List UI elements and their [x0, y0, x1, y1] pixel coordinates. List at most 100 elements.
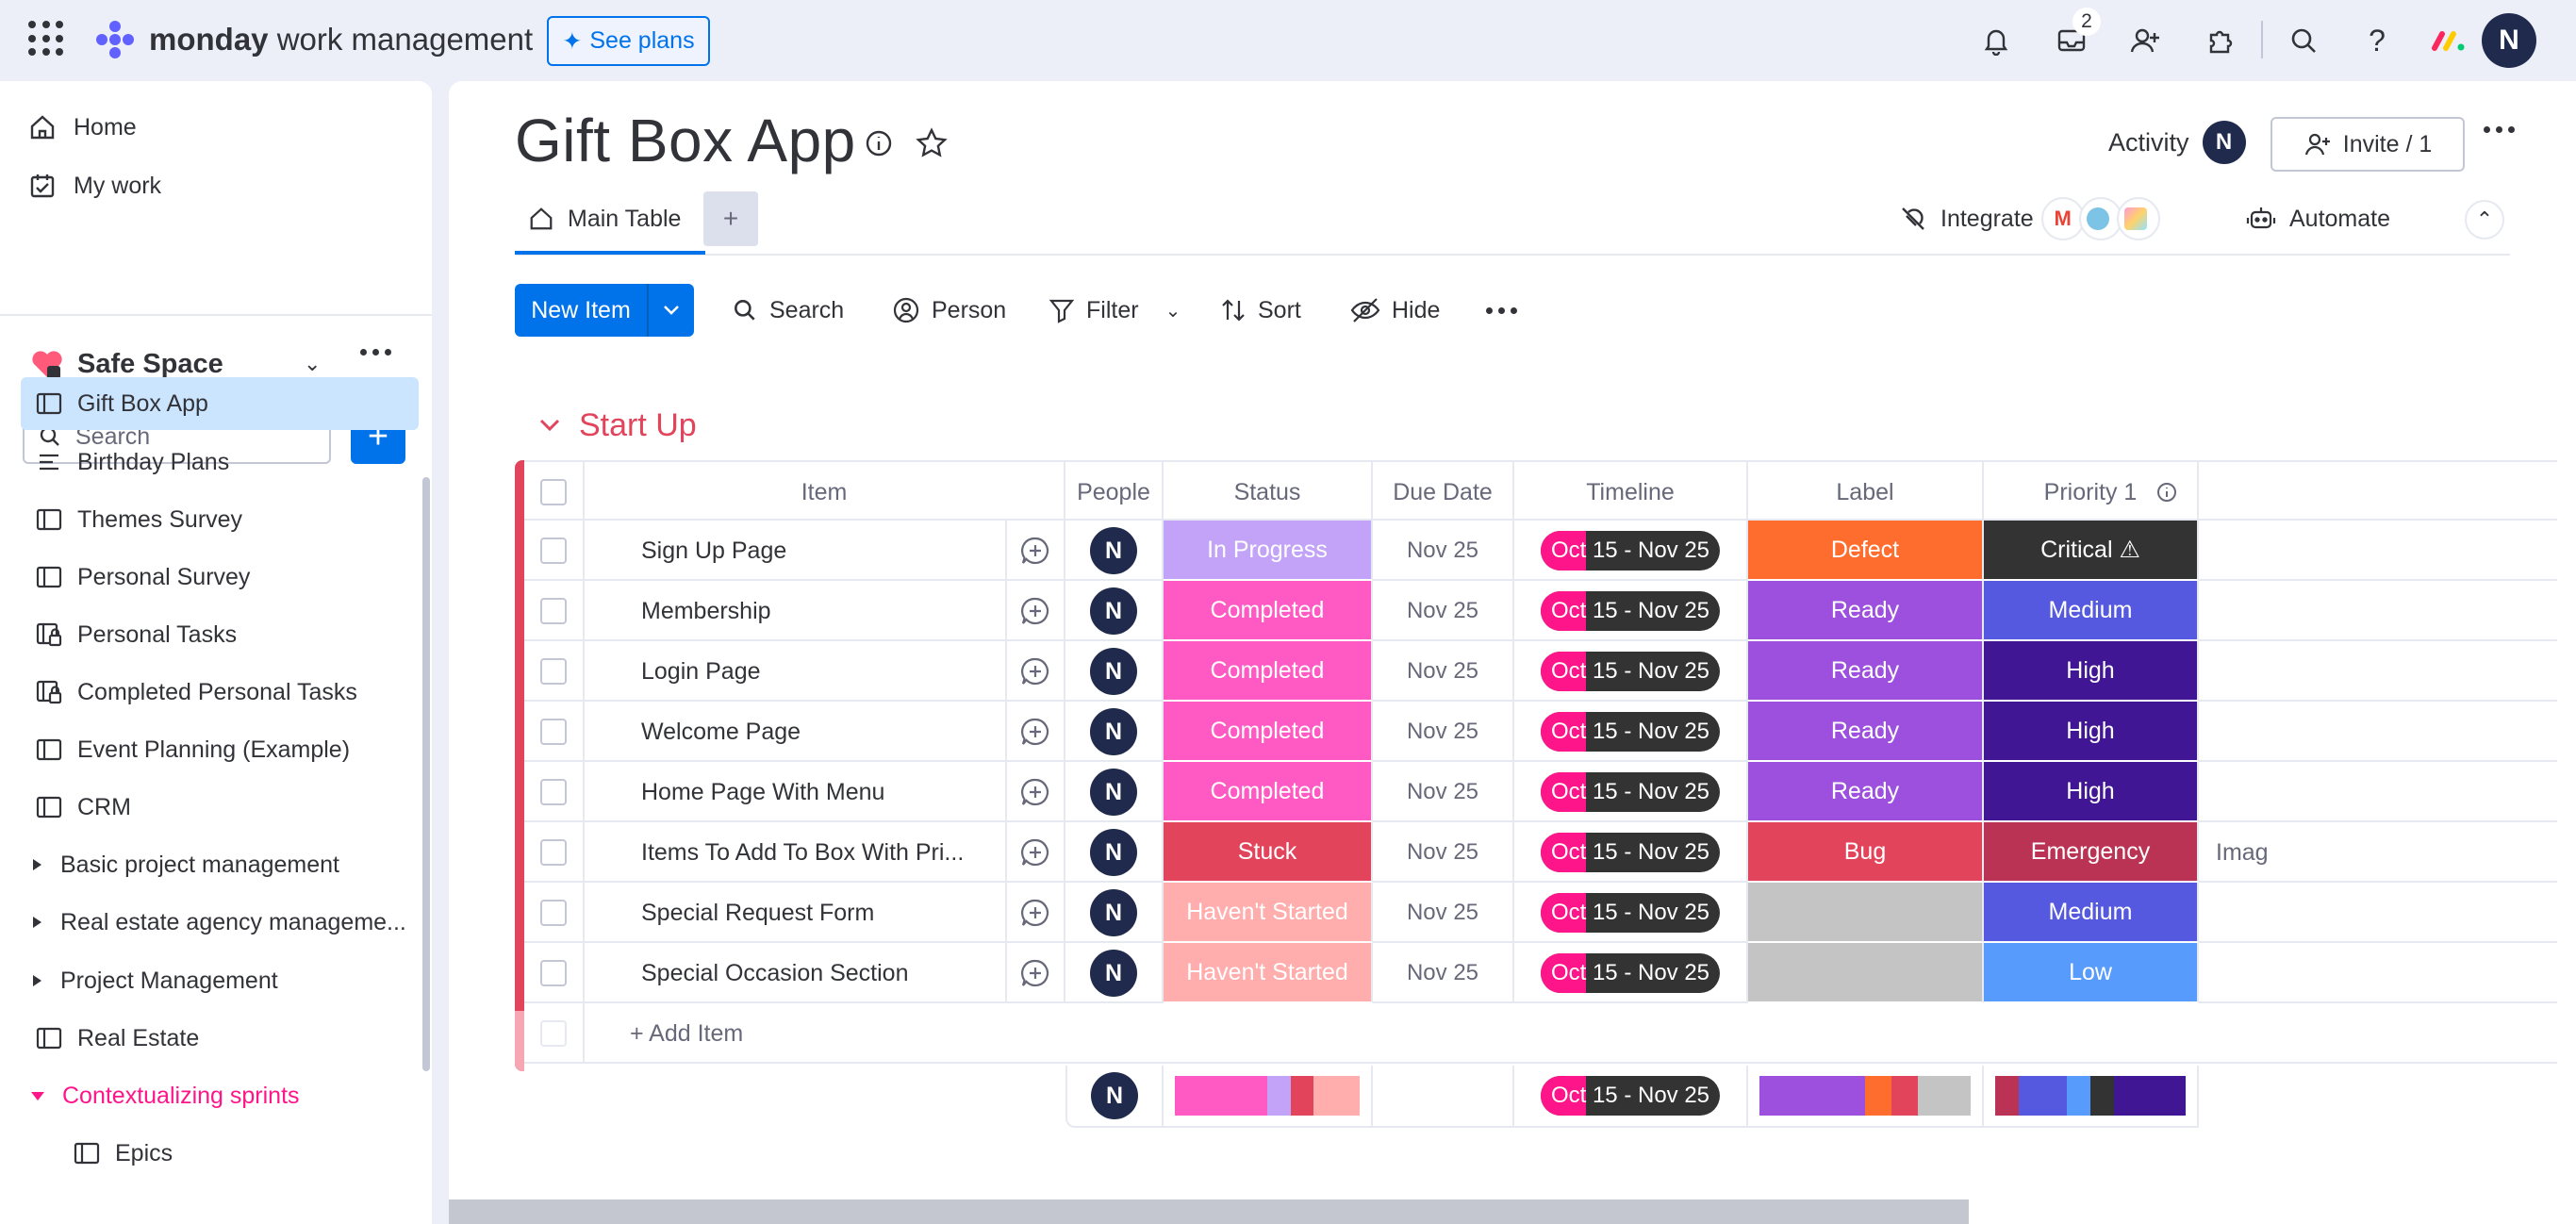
item-name-cell[interactable]: Special Request Form — [585, 883, 1005, 943]
label-cell[interactable]: Ready — [1748, 702, 1984, 762]
row-checkbox[interactable] — [540, 1020, 567, 1047]
invite-button[interactable]: Invite / 1 — [2271, 117, 2465, 172]
add-update-icon[interactable] — [1019, 535, 1051, 567]
row-checkbox[interactable] — [540, 779, 567, 805]
activity-button[interactable]: Activity N — [2108, 119, 2246, 166]
vertical-scrollbar-track[interactable] — [2557, 81, 2576, 1224]
select-all-cell[interactable] — [524, 462, 585, 522]
person-filter-button[interactable]: Person — [892, 284, 1006, 337]
column-header-due-date[interactable]: Due Date — [1373, 462, 1514, 522]
people-cell[interactable]: N — [1065, 702, 1164, 762]
due-date-cell[interactable]: Nov 25 — [1373, 762, 1514, 822]
horizontal-scrollbar[interactable] — [449, 1199, 1969, 1224]
due-date-cell[interactable]: Nov 25 — [1373, 822, 1514, 883]
updates-cell[interactable] — [1005, 641, 1065, 702]
invite-members-icon[interactable] — [2122, 17, 2169, 64]
hide-button[interactable]: Hide — [1350, 284, 1440, 337]
apps-marketplace-icon[interactable] — [2197, 17, 2244, 64]
extra-cell[interactable] — [2199, 943, 2576, 1003]
sidebar-item-contextualizing-sprints[interactable]: Contextualizing sprints — [21, 1069, 419, 1122]
sidebar-home[interactable]: Home — [28, 104, 137, 151]
status-cell[interactable]: Stuck — [1164, 822, 1373, 883]
sidebar-item-personal-tasks[interactable]: Personal Tasks — [21, 608, 419, 661]
row-checkbox[interactable] — [540, 960, 567, 986]
table-row[interactable]: Membership N Completed Nov 25 Oct 15 - Nov 2… — [524, 581, 2576, 641]
sidebar-item-completed-personal-tasks[interactable]: Completed Personal Tasks — [21, 666, 419, 719]
chevron-down-icon[interactable]: ⌄ — [1165, 299, 1181, 323]
add-update-icon[interactable] — [1019, 957, 1051, 989]
column-header-priority-1[interactable]: Priority 1 — [1984, 462, 2199, 522]
column-header-people[interactable]: People — [1065, 462, 1164, 522]
updates-cell[interactable] — [1005, 943, 1065, 1003]
distribution-bar[interactable] — [1759, 1076, 1971, 1116]
search-icon[interactable] — [2280, 17, 2327, 64]
add-item-cell[interactable]: + Add Item — [585, 1003, 2576, 1064]
label-cell[interactable] — [1748, 883, 1984, 943]
add-item-row[interactable]: + Add Item — [524, 1003, 2576, 1064]
sidebar-my-work[interactable]: My work — [28, 162, 161, 209]
sidebar-scrollbar[interactable] — [422, 477, 430, 1071]
sidebar-item-themes-survey[interactable]: Themes Survey — [21, 493, 419, 546]
status-cell[interactable]: Haven't Started — [1164, 883, 1373, 943]
updates-cell[interactable] — [1005, 581, 1065, 641]
add-update-icon[interactable] — [1019, 776, 1051, 808]
label-cell[interactable]: Ready — [1748, 762, 1984, 822]
label-cell[interactable] — [1748, 943, 1984, 1003]
timeline-cell[interactable]: Oct 15 - Nov 25 — [1514, 943, 1748, 1003]
due-date-cell[interactable]: Nov 25 — [1373, 702, 1514, 762]
timeline-cell[interactable]: Oct 15 - Nov 25 — [1514, 521, 1748, 581]
new-item-button[interactable]: New Item — [515, 284, 694, 337]
people-cell[interactable]: N — [1065, 762, 1164, 822]
timeline-cell[interactable]: Oct 15 - Nov 25 — [1514, 762, 1748, 822]
group-header[interactable]: Start Up — [539, 402, 697, 449]
people-cell[interactable]: N — [1065, 822, 1164, 883]
column-header-status[interactable]: Status — [1164, 462, 1373, 522]
board-more-icon[interactable] — [2484, 126, 2515, 133]
tab-main-table[interactable]: Main Table — [515, 194, 694, 243]
row-checkbox[interactable] — [540, 479, 567, 505]
item-name-cell[interactable]: Special Occasion Section — [585, 943, 1005, 1003]
collapse-header-button[interactable]: ⌃ — [2465, 200, 2504, 240]
sort-button[interactable]: Sort — [1220, 284, 1301, 337]
status-cell[interactable]: Completed — [1164, 641, 1373, 702]
row-checkbox[interactable] — [540, 538, 567, 564]
add-view-button[interactable]: + — [703, 191, 758, 246]
search-button[interactable]: Search — [732, 284, 844, 337]
table-row[interactable]: Sign Up Page N In Progress Nov 25 Oct 15 - N… — [524, 521, 2576, 581]
monday-products-icon[interactable] — [2425, 17, 2472, 64]
integrate-button[interactable]: Integrate M — [1899, 192, 2160, 245]
workspace-more-icon[interactable] — [360, 349, 391, 356]
updates-cell[interactable] — [1005, 883, 1065, 943]
row-checkbox[interactable] — [540, 658, 567, 685]
label-cell[interactable]: Ready — [1748, 641, 1984, 702]
item-name-cell[interactable]: Items To Add To Box With Pri... — [585, 822, 1005, 883]
table-row[interactable]: Special Occasion Section N Haven't Started… — [524, 943, 2576, 1003]
add-update-icon[interactable] — [1019, 716, 1051, 748]
people-cell[interactable]: N — [1065, 581, 1164, 641]
chevron-down-icon[interactable] — [647, 284, 694, 337]
row-select-cell[interactable] — [524, 943, 585, 1003]
due-date-cell[interactable]: Nov 25 — [1373, 943, 1514, 1003]
priority-cell[interactable]: High — [1984, 762, 2199, 822]
sidebar-item-real-estate-agency-manageme[interactable]: Real estate agency manageme... — [21, 896, 419, 949]
favorite-star-icon[interactable] — [915, 126, 949, 165]
distribution-bar[interactable] — [1995, 1076, 2186, 1116]
updates-cell[interactable] — [1005, 762, 1065, 822]
status-cell[interactable]: Completed — [1164, 581, 1373, 641]
due-date-cell[interactable]: Nov 25 — [1373, 883, 1514, 943]
row-select-cell[interactable] — [524, 521, 585, 581]
column-header-label[interactable]: Label — [1748, 462, 1984, 522]
row-select-cell[interactable] — [524, 822, 585, 883]
due-date-cell[interactable]: Nov 25 — [1373, 581, 1514, 641]
table-row[interactable]: Home Page With Menu N Completed Nov 25 Oct 1… — [524, 762, 2576, 822]
updates-cell[interactable] — [1005, 702, 1065, 762]
toolbar-more-icon[interactable] — [1486, 307, 1517, 314]
priority-cell[interactable]: Critical ⚠ — [1984, 521, 2199, 581]
sidebar-item-birthday-plans[interactable]: Birthday Plans — [21, 436, 419, 488]
label-cell[interactable]: Defect — [1748, 521, 1984, 581]
extra-cell[interactable] — [2199, 762, 2576, 822]
status-cell[interactable]: Completed — [1164, 702, 1373, 762]
table-row[interactable]: Welcome Page N Completed Nov 25 Oct 15 - Nov… — [524, 702, 2576, 762]
distribution-bar[interactable] — [1175, 1076, 1360, 1116]
help-icon[interactable]: ? — [2353, 17, 2401, 64]
